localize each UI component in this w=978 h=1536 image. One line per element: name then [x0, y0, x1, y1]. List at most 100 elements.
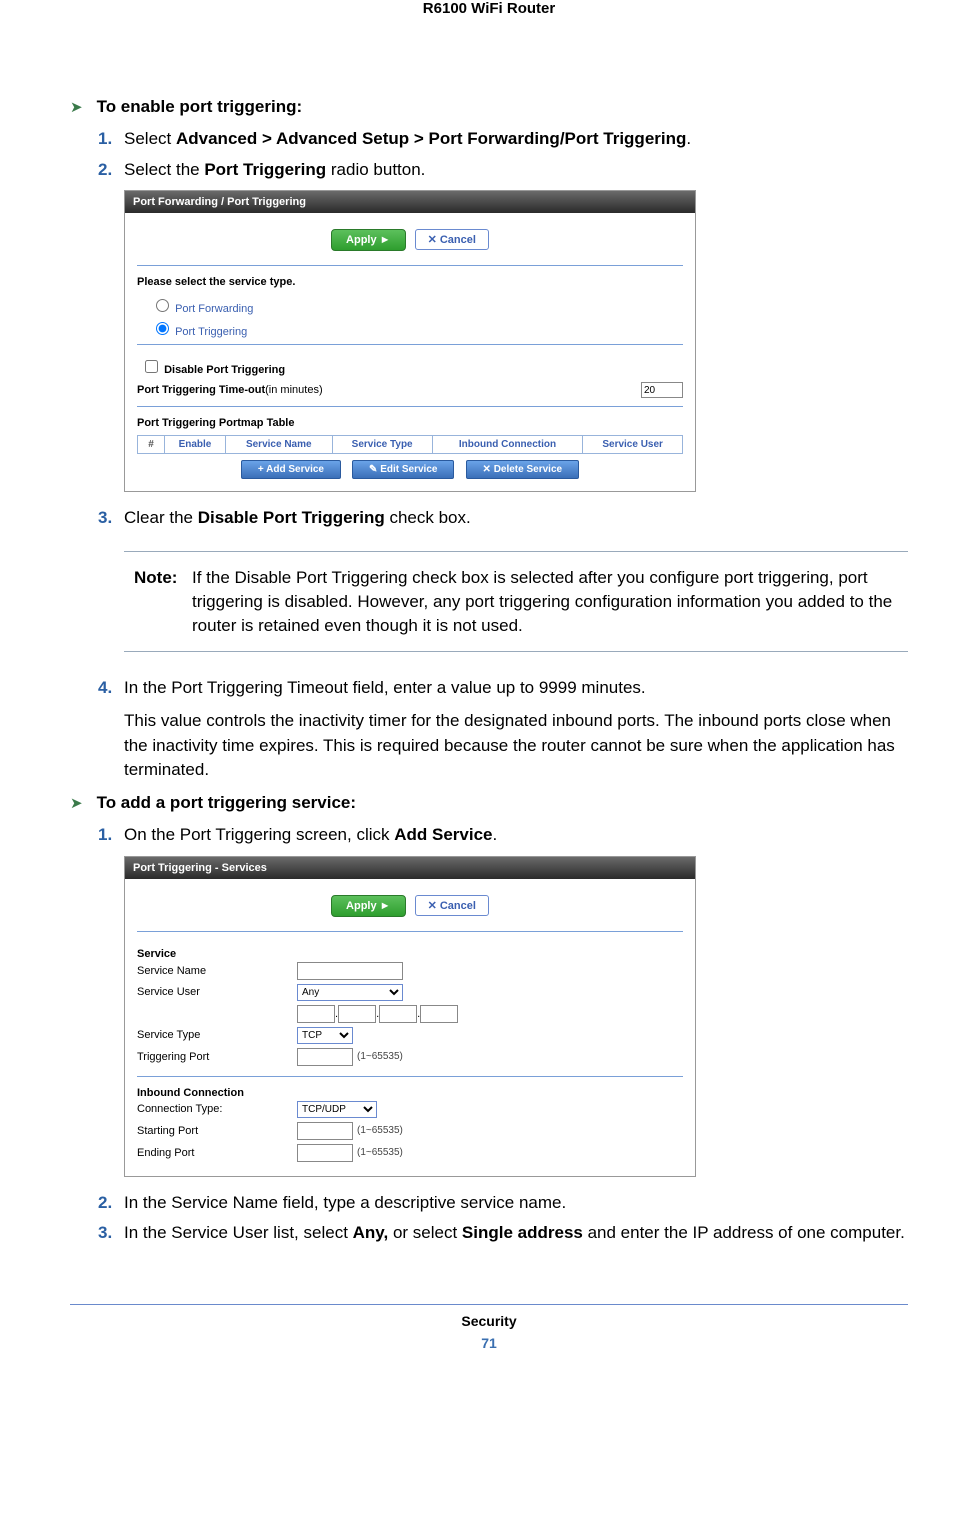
edit-service-button[interactable]: ✎ Edit Service — [352, 460, 454, 479]
ui-label: Add Service — [394, 825, 492, 844]
service-name-input[interactable] — [297, 962, 403, 980]
radio-input[interactable] — [156, 299, 169, 312]
step-text: check box. — [385, 508, 471, 527]
step-text: Select — [124, 129, 176, 148]
radio-port-triggering[interactable]: Port Triggering — [137, 317, 683, 340]
service-type-label: Service Type — [137, 1029, 297, 1041]
portmap-table-title: Port Triggering Portmap Table — [137, 417, 683, 429]
task-heading-text: To add a port triggering service: — [97, 793, 356, 813]
step-number: 4. — [98, 676, 124, 783]
ui-label: Disable Port Triggering — [198, 508, 385, 527]
radio-label: Port Triggering — [175, 326, 247, 338]
ui-label: Port Triggering — [204, 160, 326, 179]
col-service-name: Service Name — [225, 436, 332, 454]
radio-port-forwarding[interactable]: Port Forwarding — [137, 294, 683, 317]
cancel-button[interactable]: ✕ Cancel — [415, 229, 489, 250]
connection-type-select[interactable]: TCP/UDP — [297, 1101, 377, 1118]
step-text: On the Port Triggering screen, click — [124, 825, 394, 844]
menu-path: Advanced > Advanced Setup > Port Forward… — [176, 129, 686, 148]
document-header: R6100 WiFi Router — [0, 0, 978, 77]
timeout-input[interactable] — [641, 382, 683, 398]
step-a4: 4. In the Port Triggering Timeout field,… — [98, 676, 908, 783]
step-text: or select — [388, 1223, 462, 1242]
radio-label: Port Forwarding — [175, 303, 253, 315]
step-text: . — [493, 825, 498, 844]
delete-service-button[interactable]: ✕ Delete Service — [466, 460, 580, 479]
col-service-user: Service User — [583, 436, 683, 454]
inbound-heading: Inbound Connection — [137, 1087, 683, 1099]
ui-label: Any, — [353, 1223, 389, 1242]
col-enable: Enable — [165, 436, 226, 454]
step-b3: 3. In the Service User list, select Any,… — [98, 1221, 908, 1246]
service-heading: Service — [137, 942, 683, 960]
step-a3: 3. Clear the Disable Port Triggering che… — [98, 506, 908, 531]
step-number: 1. — [98, 823, 124, 848]
screenshot-port-forwarding: Port Forwarding / Port Triggering Apply … — [124, 190, 696, 492]
footer-page-number: 71 — [0, 1335, 978, 1351]
add-service-button[interactable]: + Add Service — [241, 460, 341, 479]
triggering-port-label: Triggering Port — [137, 1051, 297, 1063]
step-b1: 1. On the Port Triggering screen, click … — [98, 823, 908, 848]
step-text: . — [686, 129, 691, 148]
step-b2: 2. In the Service Name field, type a des… — [98, 1191, 908, 1216]
portmap-table: # Enable Service Name Service Type Inbou… — [137, 435, 683, 454]
timeout-label: Port Triggering Time-out — [137, 384, 265, 396]
step-number: 3. — [98, 506, 124, 531]
step-text: radio button. — [326, 160, 425, 179]
note-text: If the Disable Port Triggering check box… — [192, 566, 898, 637]
ending-port-input[interactable] — [297, 1144, 353, 1162]
radio-input[interactable] — [156, 322, 169, 335]
cancel-button[interactable]: ✕ Cancel — [415, 895, 489, 916]
step-text: Select the — [124, 160, 204, 179]
port-range-hint: (1~65535) — [357, 1147, 403, 1158]
col-inbound: Inbound Connection — [432, 436, 583, 454]
step-paragraph: This value controls the inactivity timer… — [124, 709, 908, 783]
step-text: and enter the IP address of one computer… — [583, 1223, 905, 1242]
checkbox-input[interactable] — [145, 360, 158, 373]
apply-button[interactable]: Apply ► — [331, 895, 406, 917]
step-number: 3. — [98, 1221, 124, 1246]
task-heading-text: To enable port triggering: — [97, 97, 303, 117]
window-title: Port Triggering - Services — [125, 857, 695, 879]
apply-button[interactable]: Apply ► — [331, 229, 406, 251]
triggering-port-input[interactable] — [297, 1048, 353, 1066]
note-block: Note: If the Disable Port Triggering che… — [124, 551, 908, 652]
footer-chapter: Security — [0, 1313, 978, 1329]
ui-label: Single address — [462, 1223, 583, 1242]
port-range-hint: (1~65535) — [357, 1125, 403, 1136]
ip-octet-3[interactable] — [379, 1005, 417, 1023]
starting-port-label: Starting Port — [137, 1125, 297, 1137]
step-text: Clear the — [124, 508, 198, 527]
col-service-type: Service Type — [332, 436, 432, 454]
step-a2: 2. Select the Port Triggering radio butt… — [98, 158, 908, 183]
window-title: Port Forwarding / Port Triggering — [125, 191, 695, 213]
step-number: 2. — [98, 158, 124, 183]
screenshot-port-triggering-services: Port Triggering - Services Apply ► ✕ Can… — [124, 856, 696, 1177]
task-heading-add-service: ➤ To add a port triggering service: — [70, 793, 908, 813]
service-user-select[interactable]: Any — [297, 984, 403, 1001]
ip-octet-1[interactable] — [297, 1005, 335, 1023]
step-text: In the Service Name field, type a descri… — [124, 1191, 908, 1216]
service-type-select[interactable]: TCP — [297, 1027, 353, 1044]
step-text: In the Port Triggering Timeout field, en… — [124, 678, 646, 697]
arrow-icon: ➤ — [70, 98, 83, 116]
step-number: 1. — [98, 127, 124, 152]
service-name-label: Service Name — [137, 965, 297, 977]
port-range-hint: (1~65535) — [357, 1051, 403, 1062]
checkbox-label: Disable Port Triggering — [164, 364, 285, 376]
ip-octet-2[interactable] — [338, 1005, 376, 1023]
ip-octet-4[interactable] — [420, 1005, 458, 1023]
step-a1: 1. Select Advanced > Advanced Setup > Po… — [98, 127, 908, 152]
service-user-label: Service User — [137, 986, 297, 998]
arrow-icon: ➤ — [70, 794, 83, 812]
col-index: # — [138, 436, 165, 454]
starting-port-input[interactable] — [297, 1122, 353, 1140]
task-heading-enable: ➤ To enable port triggering: — [70, 97, 908, 117]
note-label: Note: — [134, 566, 192, 637]
step-number: 2. — [98, 1191, 124, 1216]
connection-type-label: Connection Type: — [137, 1103, 297, 1115]
service-type-label: Please select the service type. — [137, 276, 683, 288]
ending-port-label: Ending Port — [137, 1147, 297, 1159]
timeout-unit: (in minutes) — [265, 384, 322, 396]
disable-port-triggering-checkbox[interactable]: Disable Port Triggering — [137, 355, 683, 378]
